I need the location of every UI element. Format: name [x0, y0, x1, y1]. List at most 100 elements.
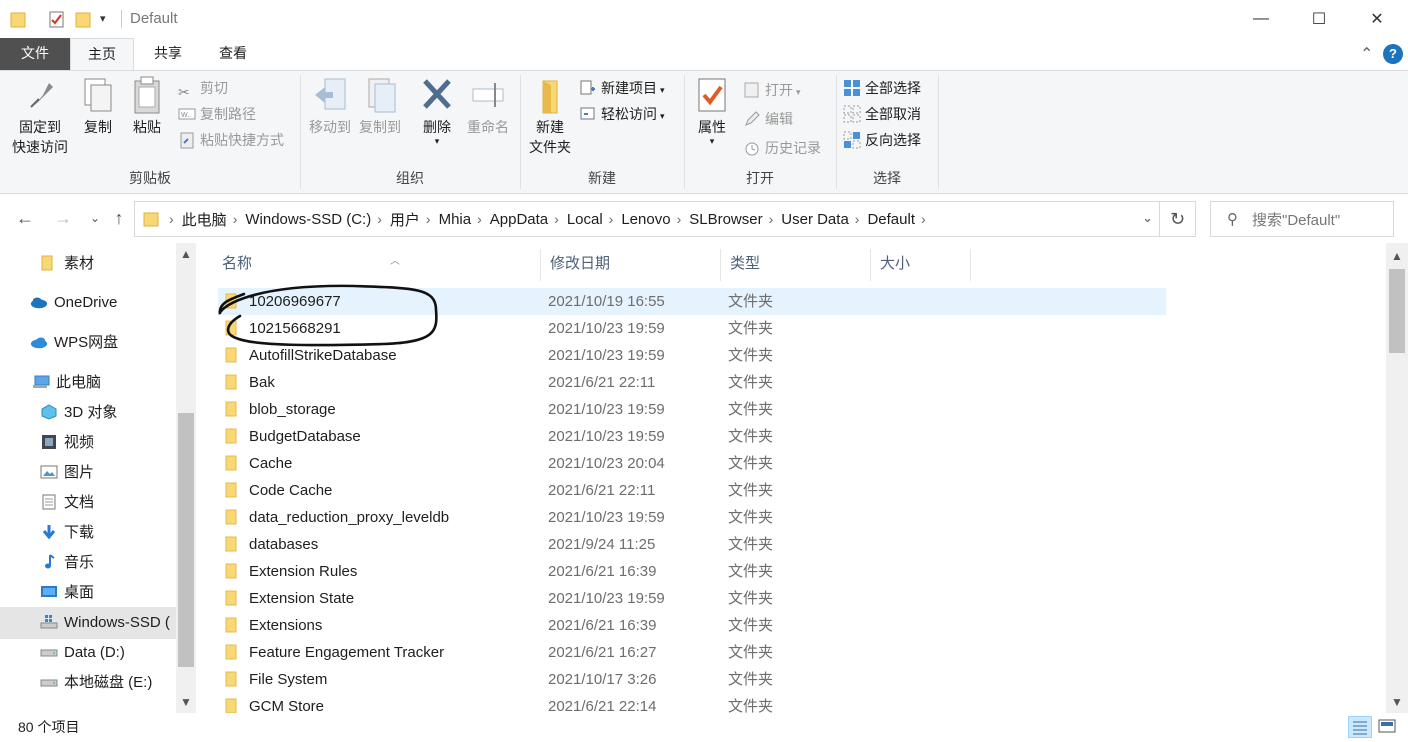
paste-shortcut-button[interactable]: 粘贴快捷方式 [178, 129, 284, 151]
column-header-type[interactable]: 类型 [720, 243, 870, 285]
minimize-button[interactable]: — [1232, 0, 1290, 38]
file-list-scrollbar[interactable]: ▲ ▼ [1386, 243, 1408, 713]
tab-share[interactable]: 共享 [136, 38, 200, 70]
maximize-button[interactable]: ☐ [1290, 0, 1348, 38]
tab-view[interactable]: 查看 [200, 38, 266, 70]
nav-item-videos[interactable]: 视频 [40, 428, 94, 458]
new-folder-button[interactable]: 新建 文件夹 [525, 75, 575, 157]
file-row[interactable]: Extension Rules 2021/6/21 16:39 文件夹 [218, 558, 1166, 585]
breadcrumb-item[interactable]: Local [567, 211, 603, 228]
nav-item-local-e[interactable]: 本地磁盘 (E:) [40, 668, 152, 698]
new-item-button[interactable]: 新建项目 ▾ [579, 77, 665, 99]
help-icon[interactable]: ? [1383, 44, 1403, 64]
nav-item-music[interactable]: 音乐 [40, 548, 94, 578]
nav-item-windows-ssd[interactable]: Windows-SSD ( [40, 608, 170, 638]
nav-pane-scrollbar[interactable]: ▲ ▼ [176, 243, 196, 713]
search-input[interactable]: ⚲ 搜索"Default" [1210, 201, 1394, 237]
column-header-name[interactable]: ︿ 名称 [212, 243, 540, 285]
back-arrow-icon[interactable]: ← [14, 207, 36, 231]
delete-button[interactable]: 删除 ▾ [415, 75, 459, 146]
select-none-button[interactable]: 全部取消 [843, 103, 921, 125]
rename-button[interactable]: 重命名 [463, 75, 513, 137]
invert-selection-button[interactable]: 反向选择 [843, 129, 921, 151]
nav-item-documents[interactable]: 文档 [40, 488, 94, 518]
nav-item-data-d[interactable]: Data (D:) [40, 638, 125, 668]
file-row[interactable]: BudgetDatabase 2021/10/23 19:59 文件夹 [218, 423, 1166, 450]
nav-item-sucai[interactable]: 素材 [40, 249, 94, 279]
breadcrumb-chevron-icon[interactable]: › [233, 211, 238, 227]
breadcrumb-chevron-icon[interactable]: › [855, 211, 860, 227]
nav-pane-scroll-thumb[interactable] [178, 413, 194, 667]
breadcrumb-item[interactable]: 此电脑 [182, 209, 227, 230]
open-button[interactable]: 打开 ▾ [743, 79, 801, 101]
nav-item-desktop[interactable]: 桌面 [40, 578, 94, 608]
up-arrow-icon[interactable]: ↑ [108, 207, 130, 231]
properties-button[interactable]: 属性 ▾ [691, 75, 733, 146]
details-view-button[interactable] [1348, 716, 1372, 738]
file-row[interactable]: Extensions 2021/6/21 16:39 文件夹 [218, 612, 1166, 639]
breadcrumb-chevron-icon[interactable]: › [609, 211, 614, 227]
collapse-ribbon-icon[interactable]: ⌃ [1360, 44, 1373, 64]
copy-button[interactable]: 复制 [78, 75, 118, 137]
file-row[interactable]: Extension State 2021/10/23 19:59 文件夹 [218, 585, 1166, 612]
breadcrumb-item[interactable]: Windows-SSD (C:) [245, 211, 371, 228]
history-button[interactable]: 历史记录 [743, 137, 821, 159]
file-row[interactable]: Feature Engagement Tracker 2021/6/21 16:2… [218, 639, 1166, 666]
scroll-up-arrow-icon[interactable]: ▲ [1386, 249, 1408, 263]
scroll-up-arrow-icon[interactable]: ▲ [176, 247, 196, 261]
nav-item-this-pc[interactable]: 此电脑 [32, 368, 101, 398]
address-bar[interactable]: › 此电脑 › Windows-SSD (C:) › 用户 › Mhia › AppDa… [134, 201, 1160, 237]
breadcrumb-chevron-icon[interactable]: › [921, 211, 926, 227]
file-row[interactable]: File System 2021/10/17 3:26 文件夹 [218, 666, 1166, 693]
column-header-modified[interactable]: 修改日期 [540, 243, 720, 285]
breadcrumb-item[interactable]: SLBrowser [689, 211, 762, 228]
breadcrumb-item[interactable]: Mhia [439, 211, 472, 228]
copy-to-button[interactable]: 复制到 [355, 75, 405, 137]
nav-item-wps[interactable]: WPS网盘 [30, 328, 118, 358]
file-list-scroll-thumb[interactable] [1389, 269, 1405, 353]
easy-access-button[interactable]: 轻松访问 ▾ [579, 103, 665, 125]
tab-home[interactable]: 主页 [70, 38, 134, 70]
copy-path-button[interactable]: W.. 复制路径 [178, 103, 256, 125]
large-icons-view-button[interactable] [1376, 716, 1400, 738]
quick-access-dropdown-icon[interactable]: ▾ [100, 12, 106, 32]
column-separator[interactable] [970, 249, 971, 281]
tab-file[interactable]: 文件 [0, 38, 70, 70]
file-row[interactable]: data_reduction_proxy_leveldb 2021/10/23 1… [218, 504, 1166, 531]
close-button[interactable]: ✕ [1348, 0, 1406, 38]
scroll-down-arrow-icon[interactable]: ▼ [176, 695, 196, 709]
nav-item-downloads[interactable]: 下载 [40, 518, 94, 548]
file-row[interactable]: Bak 2021/6/21 22:11 文件夹 [218, 369, 1166, 396]
file-row[interactable]: databases 2021/9/24 11:25 文件夹 [218, 531, 1166, 558]
file-row[interactable]: AutofillStrikeDatabase 2021/10/23 19:59 文件… [218, 342, 1166, 369]
new-folder-icon[interactable] [75, 10, 91, 30]
file-row[interactable]: 10206969677 2021/10/19 16:55 文件夹 [218, 288, 1166, 315]
file-row[interactable]: blob_storage 2021/10/23 19:59 文件夹 [218, 396, 1166, 423]
breadcrumb-chevron-icon[interactable]: › [554, 211, 559, 227]
column-header-size[interactable]: 大小 [870, 243, 970, 285]
address-dropdown-icon[interactable]: ⌄ [1142, 210, 1153, 226]
breadcrumb-chevron-icon[interactable]: › [169, 211, 174, 227]
file-row[interactable]: Cache 2021/10/23 20:04 文件夹 [218, 450, 1166, 477]
select-all-button[interactable]: 全部选择 [843, 77, 921, 99]
recent-locations-chevron-icon[interactable]: ⌄ [84, 207, 106, 231]
breadcrumb-item[interactable]: User Data [781, 211, 849, 228]
breadcrumb-chevron-icon[interactable]: › [769, 211, 774, 227]
forward-arrow-icon[interactable]: → [52, 207, 74, 231]
cut-button[interactable]: ✂ 剪切 [178, 77, 228, 100]
breadcrumb-item[interactable]: AppData [490, 211, 548, 228]
breadcrumb-chevron-icon[interactable]: › [426, 211, 431, 227]
pin-quick-access-button[interactable]: 固定到 快速访问 [8, 75, 72, 157]
file-row[interactable]: 10215668291 2021/10/23 19:59 文件夹 [218, 315, 1166, 342]
scroll-down-arrow-icon[interactable]: ▼ [1386, 695, 1408, 709]
breadcrumb-chevron-icon[interactable]: › [377, 211, 382, 227]
breadcrumb-chevron-icon[interactable]: › [477, 211, 482, 227]
nav-item-pictures[interactable]: 图片 [40, 458, 94, 488]
refresh-button[interactable]: ↻ [1160, 201, 1196, 237]
move-to-button[interactable]: 移动到 [305, 75, 355, 137]
paste-button[interactable]: 粘贴 [126, 75, 168, 137]
nav-item-onedrive[interactable]: OneDrive [30, 288, 117, 318]
breadcrumb-chevron-icon[interactable]: › [677, 211, 682, 227]
edit-button[interactable]: 编辑 [743, 108, 793, 130]
file-row[interactable]: GCM Store 2021/6/21 22:14 文件夹 [218, 693, 1166, 713]
